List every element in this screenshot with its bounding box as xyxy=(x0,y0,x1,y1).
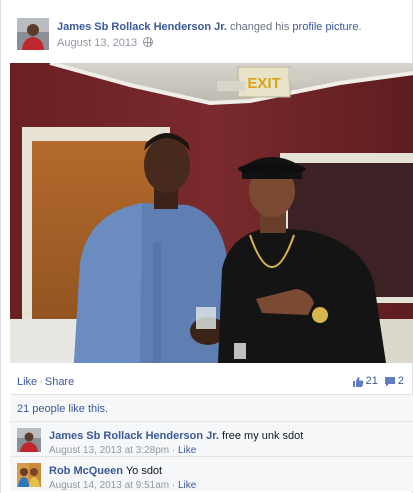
comment-body: James Sb Rollack Henderson Jr. free my u… xyxy=(49,430,303,442)
post-actions: Like · Share xyxy=(17,376,74,388)
comment-like-link[interactable]: Like xyxy=(178,480,196,491)
comment-meta-separator: · xyxy=(171,480,176,491)
post-date-row: August 13, 2013 xyxy=(57,37,154,49)
like-count[interactable]: 21 xyxy=(352,375,378,387)
commenter-name-link[interactable]: Rob McQueen xyxy=(49,465,123,477)
comment-bubble-icon xyxy=(384,376,395,386)
post-header: James Sb Rollack Henderson Jr. changed h… xyxy=(1,0,413,62)
globe-icon[interactable] xyxy=(143,37,154,47)
comment-text: free my unk sdot xyxy=(222,430,304,442)
post-headline: James Sb Rollack Henderson Jr. changed h… xyxy=(57,21,407,33)
comment-item: James Sb Rollack Henderson Jr. free my u… xyxy=(10,421,413,456)
comments-list: James Sb Rollack Henderson Jr. free my u… xyxy=(10,421,413,491)
comment-time-link[interactable]: August 14, 2013 at 9:51am xyxy=(49,480,169,491)
like-count-value: 21 xyxy=(365,375,378,387)
likes-summary: 21 people like this. xyxy=(10,395,413,421)
comment-time-link[interactable]: August 13, 2013 at 3:28pm xyxy=(49,445,169,456)
comment-meta-separator: · xyxy=(171,445,176,456)
action-separator: · xyxy=(39,376,43,388)
photo-image: EXIT xyxy=(10,63,413,363)
commenter-name-link[interactable]: James Sb Rollack Henderson Jr. xyxy=(49,430,219,442)
share-link[interactable]: Share xyxy=(45,376,74,388)
profile-picture-link[interactable]: profile picture xyxy=(292,21,358,33)
comment-item: Rob McQueen Yo sdot August 14, 2013 at 9… xyxy=(10,456,413,491)
thumbs-up-icon xyxy=(352,376,363,387)
comment-meta: August 14, 2013 at 9:51am · Like xyxy=(49,480,196,491)
post-photo[interactable]: EXIT xyxy=(10,63,413,363)
exit-sign-text: EXIT xyxy=(247,75,280,92)
author-name-link[interactable]: James Sb Rollack Henderson Jr. xyxy=(57,21,227,33)
comment-text: Yo sdot xyxy=(125,465,163,477)
post-action-end: . xyxy=(358,21,362,33)
post-card: James Sb Rollack Henderson Jr. changed h… xyxy=(0,0,413,493)
author-avatar[interactable] xyxy=(17,18,49,50)
likes-summary-link[interactable]: 21 people like this. xyxy=(17,403,108,415)
post-action-text: changed his xyxy=(230,21,290,33)
comment-count[interactable]: 2 xyxy=(384,375,404,387)
post-date-link[interactable]: August 13, 2013 xyxy=(57,37,137,49)
commenter-avatar[interactable] xyxy=(17,463,41,487)
like-link[interactable]: Like xyxy=(17,376,37,388)
commenter-avatar[interactable] xyxy=(17,428,41,452)
comment-body: Rob McQueen Yo sdot xyxy=(49,465,162,477)
post-counts: 21 2 xyxy=(352,375,404,387)
comment-count-value: 2 xyxy=(397,375,404,387)
comment-like-link[interactable]: Like xyxy=(178,445,196,456)
comment-meta: August 13, 2013 at 3:28pm · Like xyxy=(49,445,196,456)
